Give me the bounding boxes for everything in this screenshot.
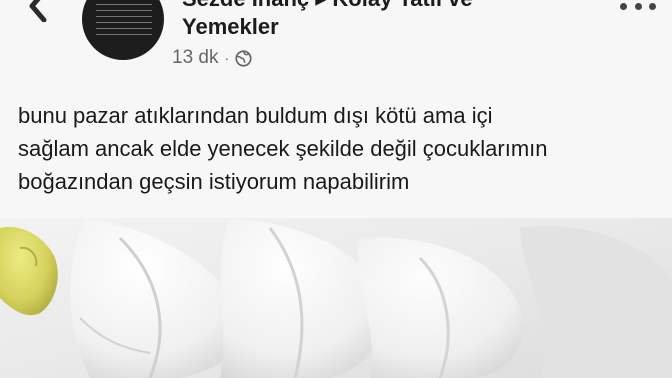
post-body-text: bunu pazar atıklarından buldum dışı kötü…: [18, 103, 548, 194]
more-dot: [620, 2, 627, 10]
more-options-icon[interactable]: [620, 0, 656, 14]
facebook-post: Sezde İnanç ▸ Kolay Tatlı ve Yemekler 13…: [0, 0, 672, 378]
group-name[interactable]: Yemekler: [182, 14, 279, 40]
post-timestamp[interactable]: 13 dk: [172, 47, 218, 69]
produce-photo-image: [0, 218, 672, 378]
post-meta: 13 dk ·: [172, 47, 252, 69]
meta-separator: ·: [224, 50, 230, 66]
post-photo[interactable]: [0, 218, 672, 378]
post-author-line[interactable]: Sezde İnanç ▸ Kolay Tatlı ve: [182, 0, 473, 12]
more-dot: [634, 2, 642, 10]
avatar-text-pattern: [96, 0, 152, 40]
globe-icon: [235, 49, 252, 67]
more-dot: [649, 2, 656, 10]
back-chevron-icon[interactable]: [22, 0, 58, 22]
group-avatar[interactable]: [82, 0, 164, 60]
